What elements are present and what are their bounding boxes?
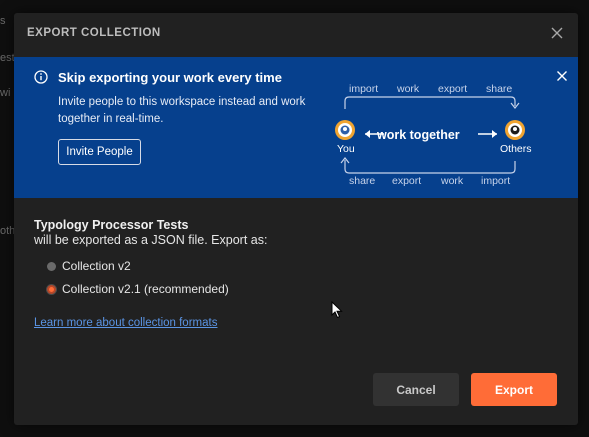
- invite-banner: Skip exporting your work every time Invi…: [14, 57, 578, 198]
- modal-title: EXPORT COLLECTION: [27, 27, 161, 39]
- you-avatar-icon: [334, 119, 356, 141]
- diagram-top-word: import: [349, 83, 379, 95]
- radio-button-selected[interactable]: [47, 284, 56, 294]
- diagram-bottom-word: work: [441, 175, 464, 187]
- radio-label: Collection v2.1 (recommended): [62, 282, 229, 296]
- learn-more-link[interactable]: Learn more about collection formats: [34, 317, 217, 329]
- radio-label: Collection v2: [62, 259, 131, 273]
- work-together-label: work together: [377, 128, 460, 142]
- background-text-fragment: s: [0, 15, 6, 27]
- background-text-fragment: oth: [0, 225, 14, 237]
- diagram-top-word: work: [397, 83, 420, 95]
- info-icon: [34, 70, 48, 84]
- diagram-top-word: share: [486, 83, 513, 95]
- export-button[interactable]: Export: [471, 373, 557, 406]
- diagram-bottom-word: import: [481, 175, 511, 187]
- radio-collection-v2[interactable]: Collection v2: [47, 257, 131, 275]
- export-details: Typology Processor Tests will be exporte…: [34, 218, 267, 247]
- radio-collection-v2-1[interactable]: Collection v2.1 (recommended): [47, 280, 229, 298]
- close-icon[interactable]: [550, 26, 564, 40]
- diagram-top-word: export: [438, 83, 468, 95]
- background-text-fragment: wi: [0, 87, 11, 99]
- banner-title: Skip exporting your work every time: [58, 70, 282, 85]
- collaboration-diagram: import work export share share export wo…: [314, 57, 564, 198]
- cancel-button[interactable]: Cancel: [373, 373, 459, 406]
- radio-button[interactable]: [47, 261, 56, 271]
- background-text-fragment: est: [0, 52, 14, 64]
- you-label: You: [337, 143, 355, 155]
- diagram-bottom-word: export: [392, 175, 422, 187]
- invite-people-button[interactable]: Invite People: [58, 139, 141, 165]
- others-label: Others: [500, 143, 532, 155]
- collection-name: Typology Processor Tests: [34, 218, 189, 232]
- mouse-cursor-icon: [331, 300, 343, 319]
- diagram-bottom-word: share: [349, 175, 376, 187]
- export-collection-modal: EXPORT COLLECTION Skip exporting your wo…: [14, 13, 578, 425]
- export-description: will be exported as a JSON file. Export …: [34, 233, 268, 247]
- banner-description: Invite people to this workspace instead …: [58, 96, 306, 125]
- others-avatar-icon: [504, 119, 526, 141]
